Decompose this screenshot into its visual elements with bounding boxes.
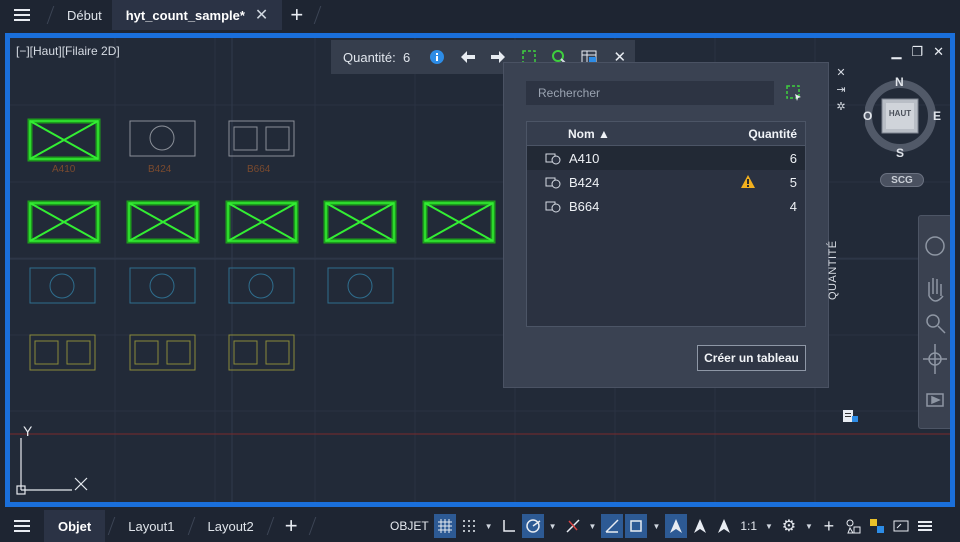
compass-south[interactable]: S bbox=[896, 146, 904, 160]
new-tab-button[interactable]: + bbox=[282, 0, 311, 30]
tab-layout1[interactable]: Layout1 bbox=[118, 510, 184, 542]
block-a410[interactable] bbox=[27, 118, 101, 162]
ucs-icon bbox=[16, 438, 88, 495]
auto-scale-icon[interactable] bbox=[689, 514, 711, 538]
fullscreen-icon[interactable] bbox=[890, 514, 912, 538]
block-label-a410: A410 bbox=[52, 164, 76, 175]
tab-layout2[interactable]: Layout2 bbox=[198, 510, 264, 542]
object-snap-icon[interactable] bbox=[625, 514, 648, 538]
block-label-b424: B424 bbox=[148, 164, 172, 175]
count-palette: Rechercher Nom ▲ Quantité A410 6 B424 5 … bbox=[503, 62, 829, 388]
block-b664[interactable] bbox=[228, 120, 295, 157]
compass-east[interactable]: E bbox=[933, 109, 941, 123]
layout-tab-bar: Objet Layout1 Layout2 + OBJET ▼ ▼ ▼ ▼ 1:… bbox=[0, 510, 960, 542]
steering-wheel-icon bbox=[925, 236, 945, 256]
snap-dropdown-icon[interactable]: ▼ bbox=[482, 514, 496, 538]
block-row-b664[interactable] bbox=[29, 334, 295, 371]
ortho-toggle-icon[interactable] bbox=[498, 514, 520, 538]
application-menu-icon[interactable] bbox=[0, 0, 44, 30]
workspace-dropdown-icon[interactable]: ▼ bbox=[802, 514, 816, 538]
close-icon[interactable]: ✕ bbox=[933, 44, 944, 60]
table-header: Nom ▲ Quantité bbox=[527, 122, 805, 146]
block-row-b424[interactable] bbox=[29, 267, 394, 304]
autohide-icon[interactable]: ⇥ bbox=[836, 83, 845, 96]
palette-side-tools: ✕ ⇥ ✲ bbox=[833, 66, 849, 113]
select-objects-icon[interactable] bbox=[786, 85, 802, 101]
compass-west[interactable]: O bbox=[863, 109, 872, 123]
table-row[interactable]: B664 4 bbox=[527, 194, 805, 218]
close-tab-icon[interactable]: ✕ bbox=[255, 5, 268, 25]
annotation-visibility-icon[interactable] bbox=[665, 514, 688, 538]
autocad-window: Début hyt_count_sample* ✕ + A410 B424 B6… bbox=[0, 0, 960, 542]
search-input[interactable]: Rechercher bbox=[526, 81, 774, 105]
create-table-button[interactable]: Créer un tableau bbox=[697, 345, 806, 371]
tab-document-label: hyt_count_sample* bbox=[125, 7, 245, 23]
polar-tracking-icon[interactable] bbox=[521, 514, 544, 538]
column-quantity-header[interactable]: Quantité bbox=[748, 127, 797, 141]
navigation-bar bbox=[918, 215, 950, 429]
status-bar: OBJET ▼ ▼ ▼ ▼ 1:1 ▼ ⚙ ▼ + bbox=[387, 514, 936, 538]
row-quantity: 6 bbox=[789, 151, 797, 166]
block-icon bbox=[545, 201, 561, 213]
table-row[interactable]: A410 6 bbox=[527, 146, 805, 170]
document-tab-bar: Début hyt_count_sample* ✕ + bbox=[0, 0, 960, 30]
properties-icon[interactable]: ✲ bbox=[836, 100, 845, 113]
annotation-scale-icon[interactable] bbox=[713, 514, 735, 538]
row-name: A410 bbox=[569, 151, 600, 166]
count-toolbar-label: Quantité: 6 bbox=[343, 49, 411, 65]
column-name-header[interactable]: Nom ▲ bbox=[568, 127, 610, 141]
previous-arrow-icon[interactable] bbox=[453, 40, 483, 74]
model-space-button[interactable]: OBJET bbox=[387, 514, 432, 538]
isolate-objects-icon[interactable] bbox=[842, 514, 864, 538]
ucs-y-label: Y bbox=[23, 423, 33, 439]
compass-north[interactable]: N bbox=[895, 75, 904, 89]
annotation-scale-value[interactable]: 1:1 bbox=[737, 514, 760, 538]
viewcube-face-top[interactable]: HAUT bbox=[886, 109, 914, 118]
isodraft-icon[interactable] bbox=[562, 514, 584, 538]
count-table: Nom ▲ Quantité A410 6 B424 5 B664 4 bbox=[526, 121, 806, 327]
snap-toggle-icon[interactable] bbox=[458, 514, 480, 538]
orbit-icon bbox=[923, 344, 947, 374]
customization-menu-icon[interactable] bbox=[914, 514, 936, 538]
viewport-window-controls: ▁ ❐ ✕ bbox=[891, 44, 944, 60]
pan-icon bbox=[928, 278, 944, 302]
palette-title: QUANTITÉ bbox=[827, 240, 839, 300]
block-label-b664: B664 bbox=[247, 164, 271, 175]
close-palette-icon[interactable]: ✕ bbox=[836, 66, 845, 79]
viewcube[interactable]: N S E O HAUT SCG bbox=[863, 75, 945, 196]
zoom-icon bbox=[926, 314, 940, 328]
block-icon bbox=[545, 153, 561, 165]
scale-dropdown-icon[interactable]: ▼ bbox=[762, 514, 776, 538]
block-b424[interactable] bbox=[129, 120, 196, 157]
row-quantity: 4 bbox=[789, 199, 797, 214]
viewport-controls-label[interactable]: [−][Haut][Filaire 2D] bbox=[16, 44, 120, 58]
palette-menu-icon[interactable] bbox=[842, 408, 858, 424]
plus-icon[interactable]: + bbox=[818, 514, 840, 538]
layout-menu-icon[interactable] bbox=[0, 511, 44, 541]
polar-dropdown-icon[interactable]: ▼ bbox=[546, 514, 560, 538]
hardware-acceleration-icon[interactable] bbox=[866, 514, 888, 538]
new-layout-button[interactable]: + bbox=[277, 511, 306, 541]
ucs-menu[interactable]: SCG bbox=[880, 173, 924, 187]
object-snap-tracking-icon[interactable] bbox=[601, 514, 624, 538]
minimize-icon[interactable]: ▁ bbox=[891, 44, 901, 60]
warning-icon[interactable] bbox=[740, 174, 756, 189]
block-icon bbox=[545, 177, 561, 189]
grid-toggle-icon[interactable] bbox=[433, 514, 456, 538]
tab-home[interactable]: Début bbox=[57, 0, 112, 30]
object-snap-dropdown-icon[interactable]: ▼ bbox=[649, 514, 663, 538]
workspace-gear-icon[interactable]: ⚙ bbox=[778, 514, 800, 538]
row-quantity: 5 bbox=[789, 175, 797, 190]
table-row[interactable]: B424 5 bbox=[527, 170, 805, 194]
info-icon[interactable] bbox=[422, 40, 452, 74]
restore-icon[interactable]: ❐ bbox=[911, 44, 923, 60]
tab-model[interactable]: Objet bbox=[44, 510, 106, 542]
isodraft-dropdown-icon[interactable]: ▼ bbox=[586, 514, 600, 538]
row-name: B664 bbox=[569, 199, 600, 214]
row-name: B424 bbox=[569, 175, 600, 190]
tab-document[interactable]: hyt_count_sample* ✕ bbox=[111, 0, 283, 30]
block-row-a410-highlighted[interactable] bbox=[27, 200, 496, 244]
